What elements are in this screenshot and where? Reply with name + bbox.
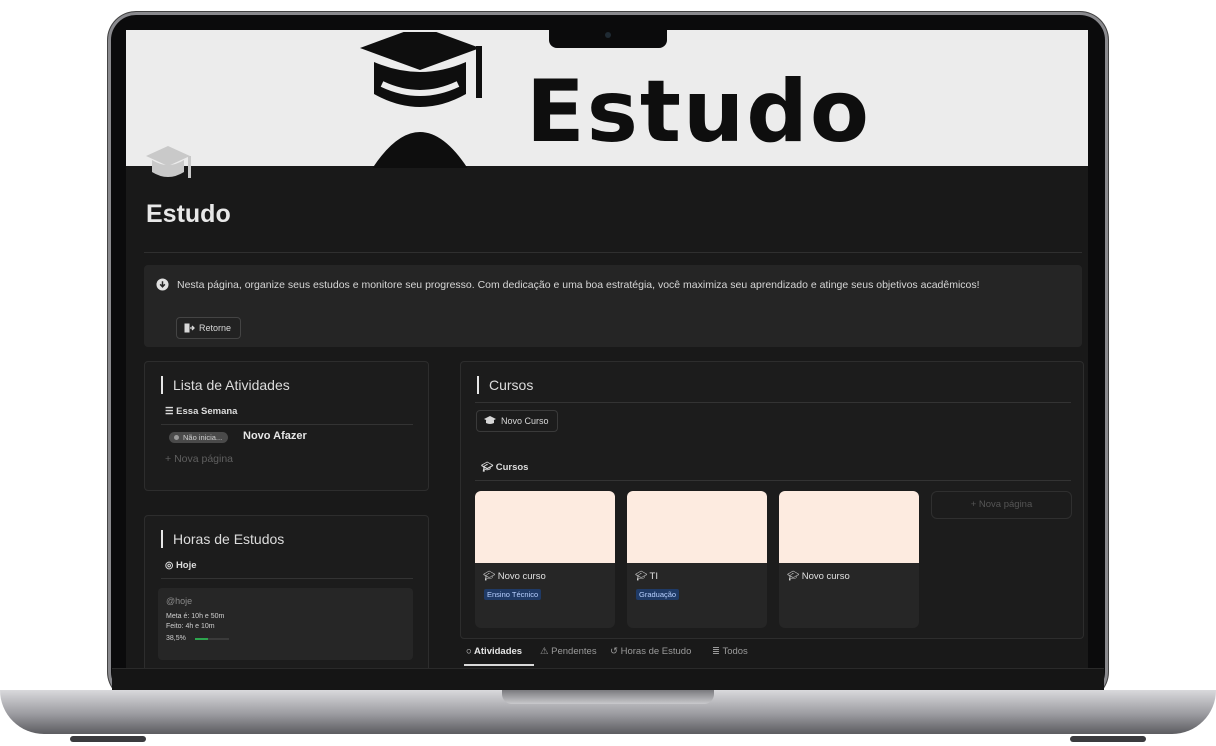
view-tab-label: Essa Semana xyxy=(176,406,238,417)
graduation-cap-icon: 🎓︎ xyxy=(635,571,650,582)
tab-pendentes[interactable]: ⚠ Pendentes xyxy=(540,646,597,657)
cover-title: Estudo xyxy=(526,62,871,162)
course-type-tag: Ensino Técnico xyxy=(484,589,542,600)
card-title: 🎓︎ TI xyxy=(635,571,658,582)
card-cover xyxy=(627,491,767,563)
exit-icon xyxy=(184,323,195,333)
graduation-cap-icon: 🎓︎ xyxy=(483,571,498,582)
percent-text: 38,5% xyxy=(166,635,186,642)
view-tab-label: Cursos xyxy=(495,462,529,473)
progress-fill xyxy=(195,638,209,640)
view-tab-today[interactable]: ◎ Hoje xyxy=(165,560,197,571)
new-page-label: Nova página xyxy=(174,453,234,465)
return-button[interactable]: Retorne xyxy=(176,317,242,339)
study-hours-panel: Horas de Estudos ◎ Hoje @hoje Meta é: 10… xyxy=(144,515,429,677)
page-title: Estudo xyxy=(146,200,231,228)
feito-text: Feito: 4h e 10m xyxy=(166,623,215,630)
arrow-down-circle-icon xyxy=(156,278,169,291)
tab-todos[interactable]: ≣ Todos xyxy=(712,646,748,657)
graduation-cap-icon xyxy=(484,416,496,424)
target-icon: ◎ xyxy=(165,560,174,571)
page-cover: Estudo xyxy=(126,30,1088,168)
course-card[interactable]: 🎓︎ TI Graduação xyxy=(627,491,767,628)
view-tab-this-week[interactable]: ☰ Essa Semana xyxy=(165,406,237,417)
new-page-card[interactable]: + Nova página xyxy=(931,491,1072,519)
courses-panel: Cursos Novo Curso 🎓︎ Cursos 🎓︎ Novo curs… xyxy=(460,361,1084,639)
laptop-foot xyxy=(70,736,146,742)
status-badge[interactable]: Não inicia... xyxy=(169,432,229,443)
notion-page: Estudo Estudo Nesta página, organize seu… xyxy=(126,30,1088,690)
divider xyxy=(161,424,413,425)
callout-text: Nesta página, organize seus estudos e mo… xyxy=(177,279,980,291)
activities-panel: Lista de Atividades ☰ Essa Semana Não in… xyxy=(144,361,429,491)
list-icon: ☰ xyxy=(165,406,174,417)
course-card[interactable]: 🎓︎ Novo curso xyxy=(779,491,919,628)
progress-bar xyxy=(195,638,229,640)
entry-title: @hoje xyxy=(166,596,193,606)
graduation-cap-icon: 🎓︎ xyxy=(481,462,494,473)
divider xyxy=(144,252,1082,253)
graduation-cap-icon: 🎓︎ xyxy=(787,571,802,582)
card-title: 🎓︎ Novo curso xyxy=(787,571,850,582)
view-tab-cursos[interactable]: 🎓︎ Cursos xyxy=(481,462,528,473)
camera-notch xyxy=(549,26,667,48)
card-title: 🎓︎ Novo curso xyxy=(483,571,546,582)
course-card[interactable]: 🎓︎ Novo curso Ensino Técnico xyxy=(475,491,615,628)
course-type-tag: Graduação xyxy=(636,589,680,600)
plus-icon: + xyxy=(165,453,175,465)
meta-text: Meta é: 10h e 50m xyxy=(166,613,225,620)
return-button-label: Retorne xyxy=(199,323,232,333)
tab-underline xyxy=(464,664,534,666)
laptop-foot xyxy=(1070,736,1146,742)
graduation-cap-icon xyxy=(360,32,482,168)
activities-title: Lista de Atividades xyxy=(161,376,290,394)
new-course-button[interactable]: Novo Curso xyxy=(476,410,558,432)
laptop-lip xyxy=(502,690,714,704)
graduation-cap-icon[interactable] xyxy=(144,142,200,188)
study-hours-title: Horas de Estudos xyxy=(161,530,284,548)
view-tab-label: Hoje xyxy=(175,560,197,571)
screen-bezel-bottom xyxy=(112,668,1104,691)
study-hours-card[interactable]: @hoje Meta é: 10h e 50m Feito: 4h e 10m … xyxy=(158,588,413,660)
list-item-title[interactable]: Novo Afazer xyxy=(243,430,307,442)
divider xyxy=(475,480,1071,481)
callout: Nesta página, organize seus estudos e mo… xyxy=(144,265,1082,347)
divider xyxy=(161,578,413,579)
tab-atividades[interactable]: ○ Atividades xyxy=(466,646,522,657)
divider xyxy=(475,402,1071,403)
new-course-label: Novo Curso xyxy=(501,416,549,426)
card-cover xyxy=(779,491,919,563)
courses-title: Cursos xyxy=(477,376,533,394)
card-cover xyxy=(475,491,615,563)
new-page-button[interactable]: + Nova página xyxy=(165,453,233,465)
tab-horas-de-estudo[interactable]: ↺ Horas de Estudo xyxy=(610,646,691,657)
